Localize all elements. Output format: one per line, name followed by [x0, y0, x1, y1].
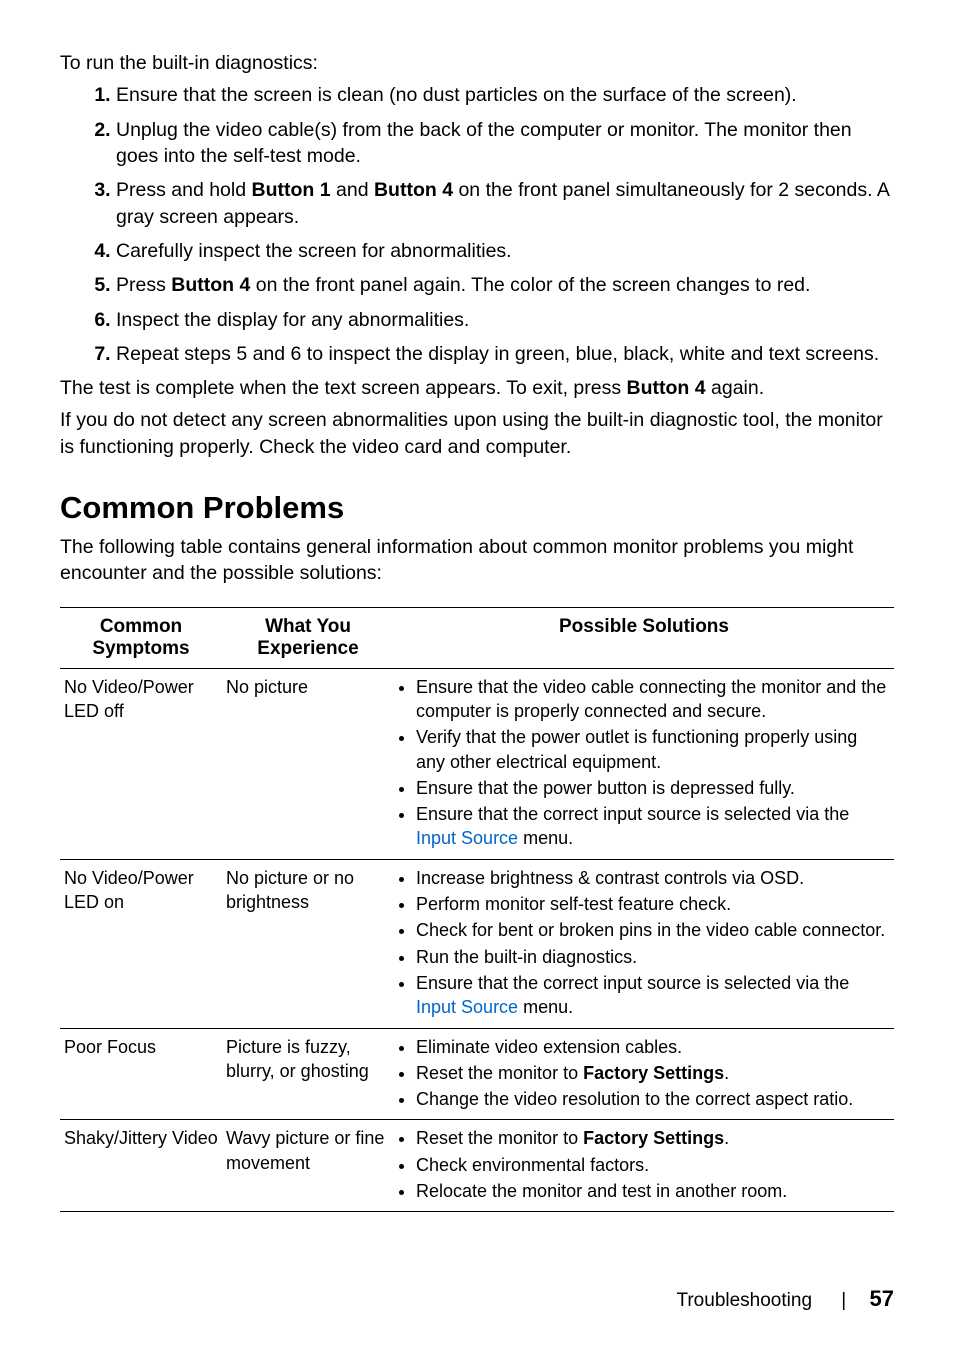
- cell-symptom: Shaky/Jittery Video: [60, 1120, 222, 1212]
- table-row: Poor Focus Picture is fuzzy, blurry, or …: [60, 1028, 894, 1120]
- input-source-link[interactable]: Input Source: [416, 828, 518, 848]
- outro-2: If you do not detect any screen abnormal…: [60, 407, 894, 460]
- th-experience: What You Experience: [222, 607, 394, 668]
- step-6: Inspect the display for any abnormalitie…: [116, 307, 894, 333]
- th-solutions: Possible Solutions: [394, 607, 894, 668]
- cell-symptom: No Video/Power LED off: [60, 668, 222, 859]
- cell-solutions: Ensure that the video cable connecting t…: [394, 668, 894, 859]
- cell-solutions: Reset the monitor to Factory Settings. C…: [394, 1120, 894, 1212]
- outro-1: The test is complete when the text scree…: [60, 375, 894, 401]
- table-row: Shaky/Jittery Video Wavy picture or fine…: [60, 1120, 894, 1212]
- section-intro: The following table contains general inf…: [60, 534, 894, 587]
- cell-symptom: Poor Focus: [60, 1028, 222, 1120]
- page-number: 57: [870, 1286, 894, 1311]
- step-3: Press and hold Button 1 and Button 4 on …: [116, 177, 894, 230]
- problems-table: Common Symptoms What You Experience Poss…: [60, 607, 894, 1213]
- intro-text: To run the built-in diagnostics:: [60, 50, 894, 76]
- cell-experience: No picture: [222, 668, 394, 859]
- page-footer: Troubleshooting | 57: [676, 1286, 894, 1312]
- cell-symptom: No Video/Power LED on: [60, 859, 222, 1028]
- cell-solutions: Eliminate video extension cables. Reset …: [394, 1028, 894, 1120]
- step-5: Press Button 4 on the front panel again.…: [116, 272, 894, 298]
- input-source-link[interactable]: Input Source: [416, 997, 518, 1017]
- steps-list: Ensure that the screen is clean (no dust…: [60, 82, 894, 367]
- th-symptoms: Common Symptoms: [60, 607, 222, 668]
- cell-experience: No picture or no brightness: [222, 859, 394, 1028]
- step-1: Ensure that the screen is clean (no dust…: [116, 82, 894, 108]
- cell-solutions: Increase brightness & contrast controls …: [394, 859, 894, 1028]
- table-row: No Video/Power LED off No picture Ensure…: [60, 668, 894, 859]
- footer-separator: |: [841, 1290, 846, 1312]
- cell-experience: Picture is fuzzy, blurry, or ghosting: [222, 1028, 394, 1120]
- section-heading: Common Problems: [60, 490, 894, 526]
- step-7: Repeat steps 5 and 6 to inspect the disp…: [116, 341, 894, 367]
- table-row: No Video/Power LED on No picture or no b…: [60, 859, 894, 1028]
- footer-section: Troubleshooting: [676, 1290, 812, 1311]
- cell-experience: Wavy picture or fine movement: [222, 1120, 394, 1212]
- step-4: Carefully inspect the screen for abnorma…: [116, 238, 894, 264]
- step-2: Unplug the video cable(s) from the back …: [116, 117, 894, 170]
